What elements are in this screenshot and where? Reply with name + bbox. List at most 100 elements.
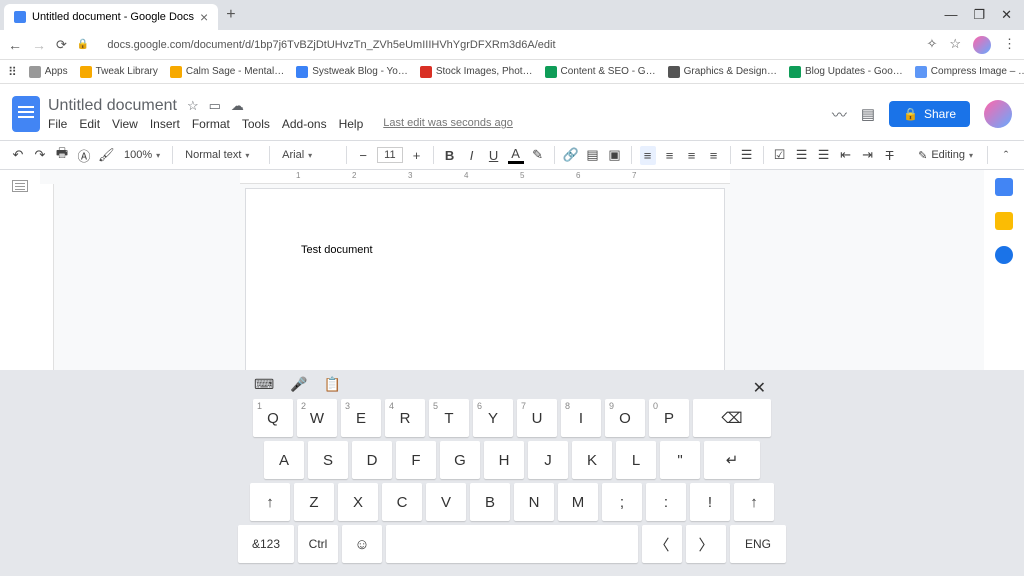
key-right[interactable]: 〉 bbox=[686, 525, 726, 563]
key-o[interactable]: 9O bbox=[605, 399, 645, 437]
menu-view[interactable]: View bbox=[112, 117, 138, 131]
key-punct[interactable]: ! bbox=[690, 483, 730, 521]
bullet-list-icon[interactable]: ☰ bbox=[794, 147, 810, 163]
microphone-icon[interactable]: 🎤 bbox=[290, 376, 307, 393]
document-title[interactable]: Untitled document bbox=[48, 97, 177, 115]
paragraph-style-dropdown[interactable]: Normal text bbox=[181, 149, 261, 161]
bookmark-item[interactable]: Graphics & Design… bbox=[668, 66, 777, 78]
key-j[interactable]: J bbox=[528, 441, 568, 479]
key-enter[interactable]: ↵ bbox=[704, 441, 760, 479]
cloud-status-icon[interactable]: ☁ bbox=[231, 98, 244, 114]
key-q[interactable]: 1Q bbox=[253, 399, 293, 437]
comments-icon[interactable]: ▤ bbox=[861, 105, 875, 123]
key-emoji[interactable]: ☺ bbox=[342, 525, 382, 563]
undo-icon[interactable]: ↶ bbox=[10, 147, 26, 163]
align-justify-icon[interactable]: ≡ bbox=[706, 148, 722, 163]
keyboard-layout-icon[interactable]: ⌨ bbox=[254, 376, 274, 393]
key-quote[interactable]: " bbox=[660, 441, 700, 479]
font-size-decrease[interactable]: − bbox=[355, 148, 371, 163]
key-f[interactable]: F bbox=[396, 441, 436, 479]
bookmark-item[interactable]: Stock Images, Phot… bbox=[420, 66, 533, 78]
font-size-value[interactable]: 11 bbox=[377, 147, 402, 163]
bookmark-item[interactable]: Tweak Library bbox=[80, 66, 158, 78]
key-c[interactable]: C bbox=[382, 483, 422, 521]
clipboard-icon[interactable]: 📋 bbox=[324, 376, 341, 393]
outline-toggle-icon[interactable] bbox=[12, 180, 28, 192]
align-left-icon[interactable]: ≡ bbox=[640, 146, 656, 165]
share-button[interactable]: 🔒 Share bbox=[889, 101, 970, 127]
link-icon[interactable]: 🔗 bbox=[563, 147, 579, 163]
key-z[interactable]: Z bbox=[294, 483, 334, 521]
move-icon[interactable]: ▭ bbox=[209, 98, 221, 114]
key-u[interactable]: 7U bbox=[517, 399, 557, 437]
keyboard-close-icon[interactable]: ✕ bbox=[753, 378, 766, 398]
bookmark-item[interactable]: Calm Sage - Mental… bbox=[170, 66, 284, 78]
menu-format[interactable]: Format bbox=[192, 117, 230, 131]
italic-icon[interactable]: I bbox=[464, 148, 480, 163]
bookmark-item[interactable]: Blog Updates - Goo… bbox=[789, 66, 903, 78]
last-edit-status[interactable]: Last edit was seconds ago bbox=[383, 117, 513, 131]
key-d[interactable]: D bbox=[352, 441, 392, 479]
star-icon[interactable]: ☆ bbox=[187, 98, 199, 114]
number-list-icon[interactable]: ☰ bbox=[816, 147, 832, 163]
key-left[interactable]: 〈 bbox=[642, 525, 682, 563]
back-icon[interactable]: ← bbox=[8, 37, 22, 53]
indent-increase-icon[interactable]: ⇥ bbox=[860, 147, 876, 163]
underline-icon[interactable]: U bbox=[486, 148, 502, 163]
redo-icon[interactable]: ↷ bbox=[32, 147, 48, 163]
font-size-increase[interactable]: + bbox=[409, 148, 425, 163]
key-v[interactable]: V bbox=[426, 483, 466, 521]
key-s[interactable]: S bbox=[308, 441, 348, 479]
key-y[interactable]: 6Y bbox=[473, 399, 513, 437]
keep-icon[interactable] bbox=[995, 212, 1013, 230]
close-window-icon[interactable]: ✕ bbox=[1001, 7, 1012, 23]
key-ctrl[interactable]: Ctrl bbox=[298, 525, 338, 563]
bookmark-item[interactable]: Apps bbox=[29, 66, 68, 78]
key-x[interactable]: X bbox=[338, 483, 378, 521]
font-dropdown[interactable]: Arial bbox=[278, 149, 338, 161]
share-page-icon[interactable]: ✧ bbox=[926, 36, 937, 54]
docs-logo-icon[interactable] bbox=[12, 96, 40, 132]
indent-decrease-icon[interactable]: ⇤ bbox=[838, 147, 854, 163]
key-space[interactable] bbox=[386, 525, 638, 563]
menu-tools[interactable]: Tools bbox=[242, 117, 270, 131]
bold-icon[interactable]: B bbox=[442, 148, 458, 163]
calendar-icon[interactable] bbox=[995, 178, 1013, 196]
forward-icon[interactable]: → bbox=[32, 37, 46, 53]
align-right-icon[interactable]: ≡ bbox=[684, 148, 700, 163]
image-icon[interactable]: ▣ bbox=[607, 147, 623, 163]
bookmark-star-icon[interactable]: ☆ bbox=[949, 36, 961, 54]
menu-edit[interactable]: Edit bbox=[79, 117, 100, 131]
toolbar-collapse-icon[interactable]: ˆ bbox=[998, 148, 1014, 163]
key-p[interactable]: 0P bbox=[649, 399, 689, 437]
comment-insert-icon[interactable]: ▤ bbox=[585, 147, 601, 163]
key-backspace[interactable]: ⌫ bbox=[693, 399, 771, 437]
key-symbols[interactable]: &123 bbox=[238, 525, 294, 563]
menu-file[interactable]: File bbox=[48, 117, 67, 131]
key-e[interactable]: 3E bbox=[341, 399, 381, 437]
maximize-icon[interactable]: ❐ bbox=[973, 7, 985, 23]
key-shift-right[interactable]: ↑ bbox=[734, 483, 774, 521]
line-spacing-icon[interactable]: ☰ bbox=[739, 147, 755, 163]
bookmark-item[interactable]: Systweak Blog - Yo… bbox=[296, 66, 408, 78]
checklist-icon[interactable]: ☑ bbox=[772, 147, 788, 163]
close-tab-icon[interactable]: × bbox=[200, 9, 208, 25]
browser-tab[interactable]: Untitled document - Google Docs × bbox=[4, 4, 218, 30]
bookmark-item[interactable]: Content & SEO - G… bbox=[545, 66, 656, 78]
key-a[interactable]: A bbox=[264, 441, 304, 479]
zoom-dropdown[interactable]: 100% bbox=[120, 149, 164, 161]
key-punct[interactable]: ; bbox=[602, 483, 642, 521]
key-b[interactable]: B bbox=[470, 483, 510, 521]
profile-avatar[interactable] bbox=[984, 100, 1012, 128]
key-t[interactable]: 5T bbox=[429, 399, 469, 437]
key-l[interactable]: L bbox=[616, 441, 656, 479]
spellcheck-icon[interactable]: Ⓐ bbox=[76, 146, 92, 165]
key-r[interactable]: 4R bbox=[385, 399, 425, 437]
key-i[interactable]: 8I bbox=[561, 399, 601, 437]
key-g[interactable]: G bbox=[440, 441, 480, 479]
bookmark-item[interactable]: Compress Image – … bbox=[915, 66, 1024, 78]
key-n[interactable]: N bbox=[514, 483, 554, 521]
align-center-icon[interactable]: ≡ bbox=[662, 148, 678, 163]
tasks-icon[interactable] bbox=[995, 246, 1013, 264]
menu-insert[interactable]: Insert bbox=[150, 117, 180, 131]
